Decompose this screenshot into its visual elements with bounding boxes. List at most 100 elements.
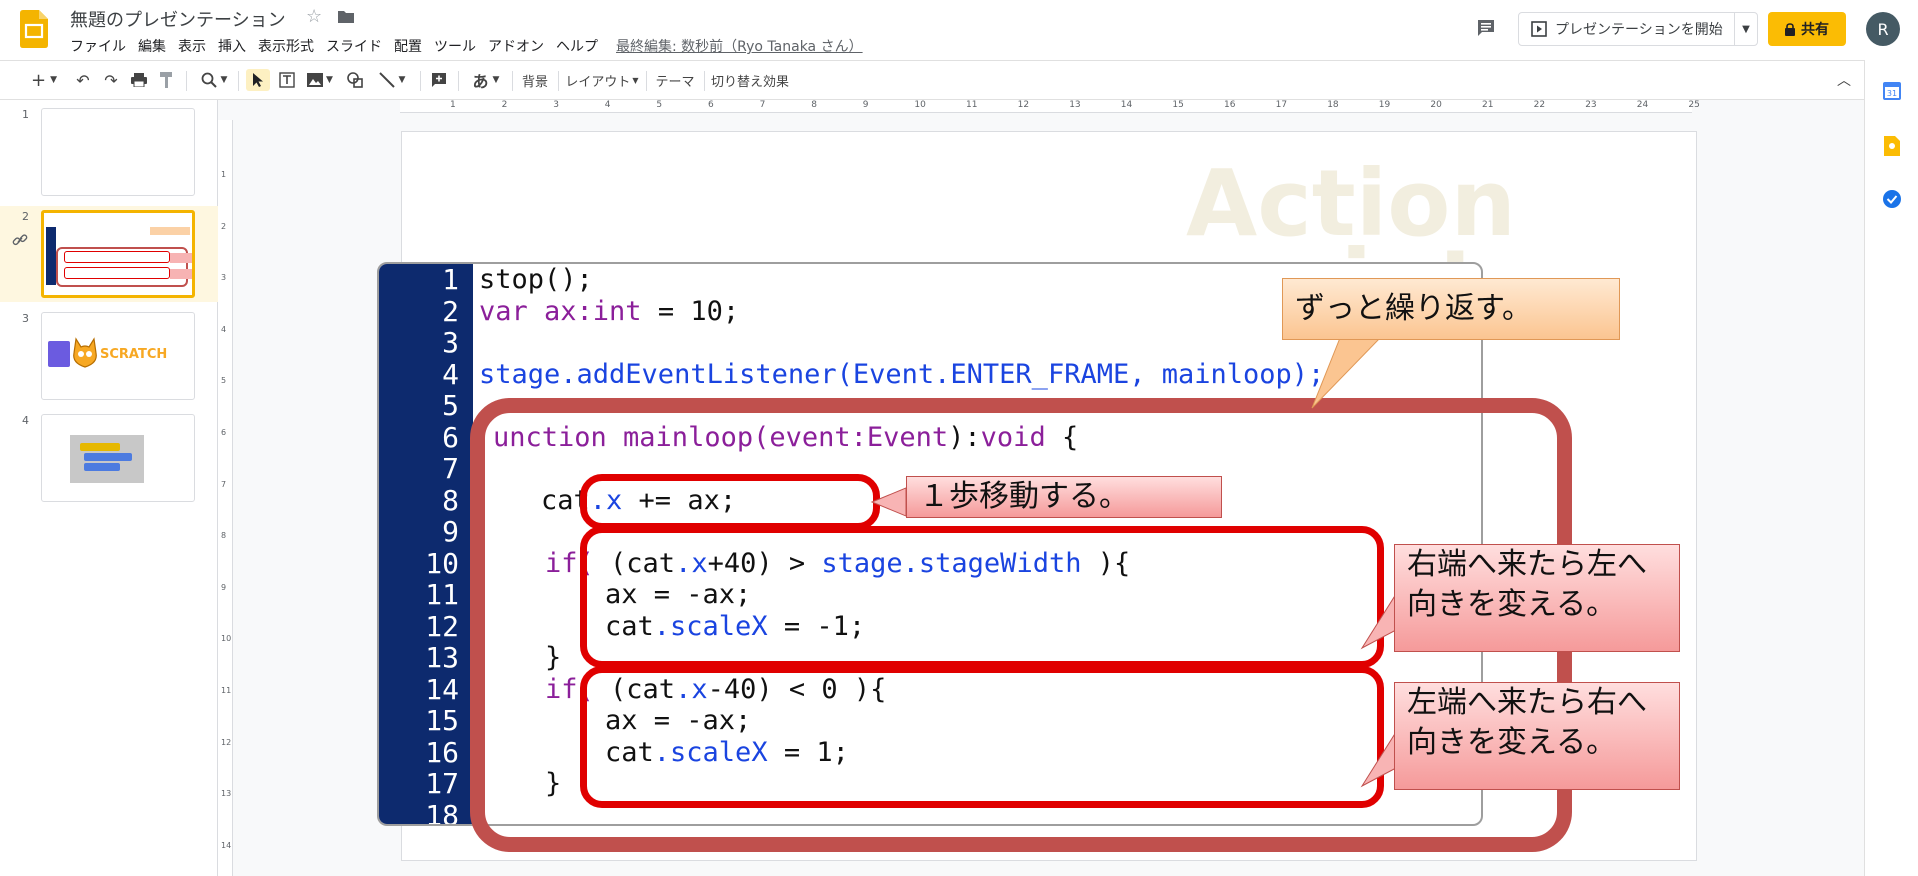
document-title[interactable]: 無題のプレゼンテーション <box>70 6 286 32</box>
ruler-tick-label: 9 <box>221 582 227 592</box>
print-icon[interactable] <box>128 69 150 91</box>
left-edge-highlight-frame[interactable] <box>580 666 1384 808</box>
ruler-tick-label: 14 <box>221 840 232 850</box>
new-slide-button[interactable]: + ▼ <box>26 69 62 91</box>
theme-button[interactable]: テーマ <box>652 69 698 91</box>
left-edge-callout-pointer <box>1360 731 1396 788</box>
code-line: stage.addEventListener(Event.ENTER_FRAME… <box>479 358 1325 390</box>
slides-logo[interactable] <box>20 10 48 48</box>
menu-edit[interactable]: 編集 <box>132 36 172 56</box>
menu-tools[interactable]: ツール <box>428 36 482 56</box>
thumb-scratch-logo: SCRATCH <box>100 347 168 362</box>
ruler-tick-label: 10 <box>221 634 232 644</box>
ruler-tick-label: 6 <box>221 428 227 437</box>
menu-slide[interactable]: スライド <box>320 36 388 56</box>
ruler-tick-label: 21 <box>1482 100 1494 110</box>
undo-icon[interactable]: ↶ <box>72 69 94 91</box>
ruler-tick-label: 7 <box>759 100 766 110</box>
loop-callout[interactable]: ずっと繰り返す。 <box>1282 278 1620 340</box>
menu-view[interactable]: 表示 <box>172 36 212 56</box>
ruler-tick-label: 15 <box>1172 100 1184 110</box>
present-icon <box>1531 21 1547 37</box>
step-highlight-frame[interactable] <box>580 474 880 530</box>
slide-thumbnail-3[interactable]: SCRATCH <box>41 312 195 400</box>
shape-icon[interactable] <box>344 69 366 91</box>
slide-thumbnail-4[interactable] <box>41 414 195 502</box>
ruler-tick-label: 3 <box>553 100 559 110</box>
ime-label: あ <box>472 72 489 91</box>
loop-callout-pointer <box>1311 338 1381 409</box>
keep-icon[interactable] <box>1884 136 1900 156</box>
code-line: var ax:int = 10; <box>479 295 740 327</box>
slide-number: 4 <box>22 414 29 427</box>
share-button[interactable]: 共有 <box>1768 12 1846 46</box>
share-label: 共有 <box>1801 22 1829 38</box>
slide-number: 1 <box>22 108 29 121</box>
menu-addons[interactable]: アドオン <box>482 36 550 56</box>
ruler-tick-label: 18 <box>1327 100 1339 110</box>
present-button[interactable]: プレゼンテーションを開始 ▼ <box>1518 12 1758 46</box>
ruler-tick-label: 12 <box>221 737 232 747</box>
last-edit-link[interactable]: 最終編集: 数秒前（Ryo Tanaka さん） <box>616 36 863 56</box>
menu-format[interactable]: 表示形式 <box>252 36 320 56</box>
collapse-icon[interactable]: ︿ <box>1834 69 1854 91</box>
image-icon[interactable]: ▼ <box>304 69 336 91</box>
ruler-tick-label: 25 <box>1688 100 1700 110</box>
left-edge-callout[interactable]: 左端へ来たら右へ向きを変える。 <box>1394 682 1680 790</box>
comment-icon[interactable] <box>1476 18 1496 38</box>
zoom-icon[interactable]: ▼ <box>196 69 232 91</box>
ruler-tick-label: 2 <box>221 221 227 231</box>
right-edge-callout[interactable]: 右端へ来たら左へ向きを変える。 <box>1394 544 1680 652</box>
cursor-icon[interactable] <box>246 69 270 91</box>
code-line: stop(); <box>479 264 593 295</box>
menu-bar: ファイル 編集 表示 挿入 表示形式 スライド 配置 ツール アドオン ヘルプ … <box>64 36 863 56</box>
ruler-tick-label: 4 <box>221 324 227 334</box>
toolbar: + ▼ ↶ ↷ ▼ ▼ ▼ あ ▼ 背景 レイアウト ▼ テーマ 切り替え効果 ︿ <box>0 60 1864 100</box>
chevron-down-icon: ▼ <box>632 75 639 85</box>
line-icon[interactable]: ▼ <box>374 69 410 91</box>
right-edge-callout-text: 右端へ来たら左へ向きを変える。 <box>1407 547 1647 622</box>
calendar-icon[interactable]: 31 <box>1883 82 1901 100</box>
folder-icon[interactable] <box>338 10 354 23</box>
transition-button[interactable]: 切り替え効果 <box>710 69 790 91</box>
vertical-ruler: 1 2 3 4 5 6 7 8 9 10 11 12 13 14 <box>218 120 233 876</box>
ruler-tick-label: 5 <box>221 376 227 386</box>
ruler-tick-label: 17 <box>1275 100 1288 110</box>
add-label: + <box>30 69 47 91</box>
link-icon <box>12 234 28 246</box>
ruler-tick-label: 13 <box>1069 100 1081 110</box>
input-tools-button[interactable]: あ ▼ <box>466 69 506 91</box>
ruler-tick-label: 19 <box>1378 100 1391 110</box>
right-edge-highlight-frame[interactable] <box>580 526 1384 668</box>
menu-file[interactable]: ファイル <box>64 36 132 56</box>
lock-icon <box>1785 22 1795 36</box>
ruler-tick-label: 23 <box>1585 100 1597 110</box>
scratch-cat-icon <box>73 337 97 368</box>
redo-icon[interactable]: ↷ <box>100 69 122 91</box>
slide-thumbnail-1[interactable] <box>41 108 195 196</box>
svg-text:31: 31 <box>1887 89 1897 98</box>
background-button[interactable]: 背景 <box>518 69 552 91</box>
ruler-tick-label: 20 <box>1430 100 1442 110</box>
ruler-tick-label: 12 <box>1017 100 1030 110</box>
menu-insert[interactable]: 挿入 <box>212 36 252 56</box>
avatar[interactable]: R <box>1866 12 1900 46</box>
menu-arrange[interactable]: 配置 <box>388 36 428 56</box>
textbox-icon[interactable] <box>276 69 298 91</box>
ruler-tick-label: 1 <box>450 100 456 110</box>
menu-help[interactable]: ヘルプ <box>550 36 604 56</box>
step-callout[interactable]: １歩移動する。 <box>906 476 1222 518</box>
ruler-tick-label: 11 <box>966 100 978 110</box>
slide-thumbnail-2[interactable] <box>41 210 195 298</box>
side-panel: 31 <box>1864 60 1918 876</box>
comment-add-icon[interactable] <box>428 69 450 91</box>
paint-format-icon[interactable] <box>156 69 178 91</box>
ruler-tick-label: 14 <box>1120 100 1133 110</box>
ruler-tick-label: 10 <box>914 100 926 110</box>
ruler-tick-label: 8 <box>811 100 817 110</box>
tasks-icon[interactable] <box>1883 190 1901 208</box>
layout-button[interactable]: レイアウト ▼ <box>564 69 640 91</box>
present-dropdown-icon[interactable]: ▼ <box>1734 13 1757 45</box>
ruler-tick-label: 24 <box>1636 100 1649 110</box>
star-icon[interactable]: ☆ <box>306 6 322 27</box>
